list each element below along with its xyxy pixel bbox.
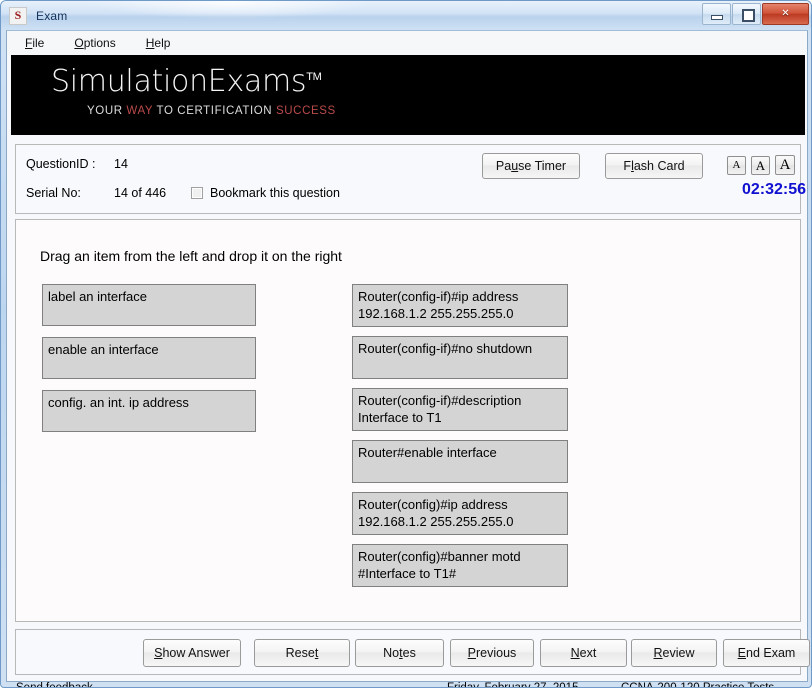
titlebar-glow <box>91 1 371 19</box>
flash-card-button[interactable]: Flash Card <box>605 153 703 179</box>
brand-tagline: YOUR WAY TO CERTIFICATION SUCCESS <box>87 105 336 117</box>
show-answer-button[interactable]: Show Answer <box>143 639 241 667</box>
tagline-part-3: TO CERTIFICATION <box>156 105 276 117</box>
title-bar: S Exam × <box>1 1 811 30</box>
client-area: File Options Help SimulationExamsTM YOUR… <box>6 30 810 687</box>
maximize-button[interactable] <box>732 3 761 25</box>
drag-source-column: label an interface enable an interface c… <box>42 284 256 443</box>
drop-item[interactable]: Router#enable interface <box>352 440 568 483</box>
maximize-icon <box>742 9 755 22</box>
question-panel: Drag an item from the left and drop it o… <box>15 219 801 622</box>
status-product-name: CCNA-200-120 Practice Tests <box>621 682 775 688</box>
serial-no-label: Serial No: <box>26 186 81 200</box>
tagline-part-2: WAY <box>126 105 157 117</box>
app-icon: S <box>9 6 27 25</box>
countdown-timer: 02:32:56 <box>741 181 806 198</box>
drop-target-column: Router(config-if)#ip address 192.168.1.2… <box>352 284 568 596</box>
menu-item-file[interactable]: File <box>25 36 44 50</box>
drop-item[interactable]: Router(config)#banner motd #Interface to… <box>352 544 568 587</box>
application-window: S Exam × File Options Help SimulationExa… <box>0 0 812 688</box>
tagline-part-4: SUCCESS <box>276 105 336 117</box>
status-date: Friday, February 27, 2015 <box>447 682 579 688</box>
brand-logo-text: SimulationExams <box>51 64 307 99</box>
pause-timer-button[interactable]: Pause Timer <box>482 153 580 179</box>
end-exam-button[interactable]: End Exam <box>723 639 810 667</box>
drag-item[interactable]: config. an int. ip address <box>42 390 256 432</box>
minimize-button[interactable] <box>702 3 731 25</box>
brand-banner: SimulationExamsTM YOUR WAY TO CERTIFICAT… <box>11 55 805 135</box>
font-size-large-button[interactable]: A <box>775 155 795 175</box>
font-size-small-button[interactable]: A <box>727 156 746 175</box>
notes-button[interactable]: Notes <box>355 639 444 667</box>
drop-item[interactable]: Router(config)#ip address 192.168.1.2 25… <box>352 492 568 535</box>
reset-button[interactable]: Reset <box>254 639 350 667</box>
drag-item[interactable]: label an interface <box>42 284 256 326</box>
font-size-medium-button[interactable]: A <box>751 156 770 175</box>
bookmark-row[interactable]: Bookmark this question <box>191 186 340 200</box>
drop-item[interactable]: Router(config-if)#ip address 192.168.1.2… <box>352 284 568 327</box>
question-id-label: QuestionID : <box>26 157 96 171</box>
close-icon: × <box>781 6 790 21</box>
send-feedback-link[interactable]: Send feedback <box>16 682 93 687</box>
question-info-panel: QuestionID : 14 Serial No: 14 of 446 Boo… <box>15 144 806 214</box>
minimize-icon <box>711 15 723 20</box>
status-bar: Send feedback Friday, February 27, 2015 … <box>7 677 807 688</box>
close-button[interactable]: × <box>762 3 809 25</box>
brand-logo: SimulationExamsTM <box>51 64 322 99</box>
trademark-symbol: TM <box>306 71 322 83</box>
bookmark-label: Bookmark this question <box>210 186 340 200</box>
window-title: Exam <box>36 8 68 23</box>
serial-no-value: 14 of 446 <box>114 186 167 200</box>
review-button[interactable]: Review <box>631 639 717 667</box>
drop-item[interactable]: Router(config-if)#description Interface … <box>352 388 568 431</box>
drop-item[interactable]: Router(config-if)#no shutdown <box>352 336 568 379</box>
menu-item-help[interactable]: Help <box>146 36 171 50</box>
menu-item-options[interactable]: Options <box>74 36 115 50</box>
drag-item[interactable]: enable an interface <box>42 337 256 379</box>
window-controls: × <box>701 3 809 25</box>
bookmark-checkbox[interactable] <box>191 187 203 199</box>
question-id-value: 14 <box>114 157 128 171</box>
next-button[interactable]: Next <box>540 639 627 667</box>
menu-bar: File Options Help <box>7 31 807 55</box>
previous-button[interactable]: Previous <box>450 639 534 667</box>
action-button-bar: Show Answer Reset Notes Previous Next Re… <box>15 629 810 675</box>
tagline-part-1: YOUR <box>87 105 127 117</box>
question-prompt: Drag an item from the left and drop it o… <box>40 248 342 264</box>
